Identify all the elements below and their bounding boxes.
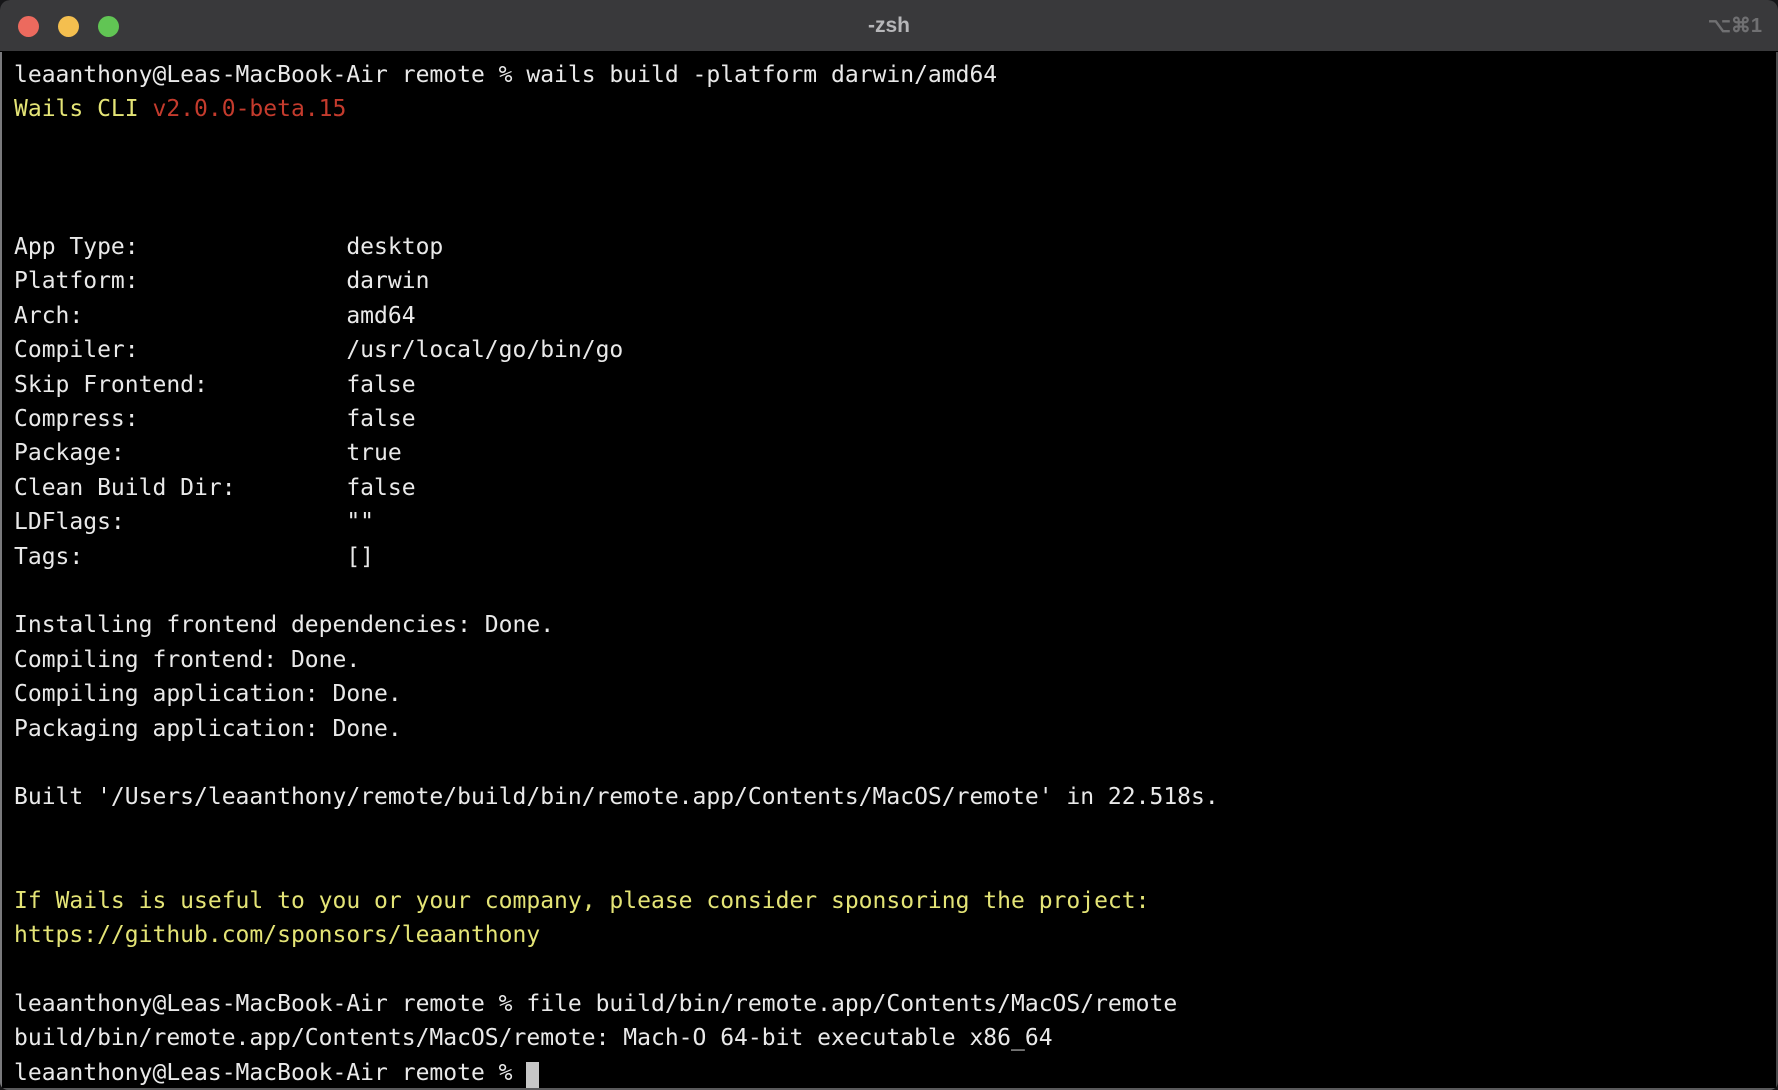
window-title: -zsh	[0, 0, 1778, 52]
terminal-line: If Wails is useful to you or your compan…	[14, 884, 1776, 918]
terminal-line	[14, 849, 1776, 883]
terminal-line: Arch: amd64	[14, 299, 1776, 333]
terminal-line	[14, 196, 1776, 230]
terminal-text: Installing frontend dependencies: Done.	[14, 612, 554, 638]
sponsor-url: https://github.com/sponsors/leaanthony	[14, 922, 540, 948]
terminal-line: build/bin/remote.app/Contents/MacOS/remo…	[14, 1021, 1776, 1055]
terminal-text: leaanthony@Leas-MacBook-Air remote % fil…	[14, 991, 1177, 1017]
title-bar[interactable]: -zsh ⌥⌘1	[0, 0, 1778, 52]
terminal-text: Built '/Users/leaanthony/remote/build/bi…	[14, 784, 1219, 810]
terminal-line: Compiling frontend: Done.	[14, 643, 1776, 677]
terminal-text: Skip Frontend: false	[14, 372, 416, 398]
terminal-line: Package: true	[14, 436, 1776, 470]
terminal-line: Installing frontend dependencies: Done.	[14, 608, 1776, 642]
terminal-window: -zsh ⌥⌘1 leaanthony@Leas-MacBook-Air rem…	[0, 0, 1778, 1090]
terminal-text: build/bin/remote.app/Contents/MacOS/remo…	[14, 1025, 1053, 1051]
terminal-text: Compiler: /usr/local/go/bin/go	[14, 337, 623, 363]
terminal-text: leaanthony@Leas-MacBook-Air remote % wai…	[14, 62, 997, 88]
window-shortcut: ⌥⌘1	[1708, 0, 1762, 52]
terminal-text: leaanthony@Leas-MacBook-Air remote %	[14, 1060, 526, 1086]
terminal-line: Platform: darwin	[14, 264, 1776, 298]
terminal-output[interactable]: leaanthony@Leas-MacBook-Air remote % wai…	[2, 52, 1776, 1090]
terminal-text: Tags: []	[14, 544, 374, 570]
terminal-line: leaanthony@Leas-MacBook-Air remote %	[14, 1056, 1776, 1090]
terminal-text: Wails CLI	[14, 96, 152, 122]
terminal-line: leaanthony@Leas-MacBook-Air remote % wai…	[14, 58, 1776, 92]
terminal-cursor	[526, 1062, 539, 1089]
terminal-text: LDFlags: ""	[14, 509, 374, 535]
terminal-line: Compiling application: Done.	[14, 677, 1776, 711]
terminal-text: Package: true	[14, 440, 402, 466]
terminal-text: Clean Build Dir: false	[14, 475, 416, 501]
terminal-text: If Wails is useful to you or your compan…	[14, 888, 1149, 914]
terminal-line: Tags: []	[14, 540, 1776, 574]
terminal-line	[14, 746, 1776, 780]
terminal-line: LDFlags: ""	[14, 505, 1776, 539]
terminal-line: Clean Build Dir: false	[14, 471, 1776, 505]
terminal-text: Packaging application: Done.	[14, 716, 402, 742]
terminal-text: v2.0.0-beta.15	[152, 96, 346, 122]
terminal-line: App Type: desktop	[14, 230, 1776, 264]
terminal-line: Packaging application: Done.	[14, 712, 1776, 746]
terminal-line	[14, 127, 1776, 161]
terminal-line: https://github.com/sponsors/leaanthony	[14, 918, 1776, 952]
terminal-text: Compress: false	[14, 406, 416, 432]
terminal-line: leaanthony@Leas-MacBook-Air remote % fil…	[14, 987, 1776, 1021]
terminal-text: Compiling frontend: Done.	[14, 647, 360, 673]
terminal-line: Wails CLI v2.0.0-beta.15	[14, 92, 1776, 126]
terminal-line	[14, 952, 1776, 986]
terminal-line	[14, 161, 1776, 195]
terminal-text: Arch: amd64	[14, 303, 416, 329]
terminal-text: App Type: desktop	[14, 234, 443, 260]
terminal-line: Compress: false	[14, 402, 1776, 436]
terminal-line	[14, 574, 1776, 608]
terminal-line: Skip Frontend: false	[14, 368, 1776, 402]
terminal-line: Built '/Users/leaanthony/remote/build/bi…	[14, 780, 1776, 814]
terminal-text: Compiling application: Done.	[14, 681, 402, 707]
terminal-content: leaanthony@Leas-MacBook-Air remote % wai…	[0, 52, 1778, 1090]
terminal-line	[14, 815, 1776, 849]
terminal-line: Compiler: /usr/local/go/bin/go	[14, 333, 1776, 367]
terminal-text: Platform: darwin	[14, 268, 429, 294]
